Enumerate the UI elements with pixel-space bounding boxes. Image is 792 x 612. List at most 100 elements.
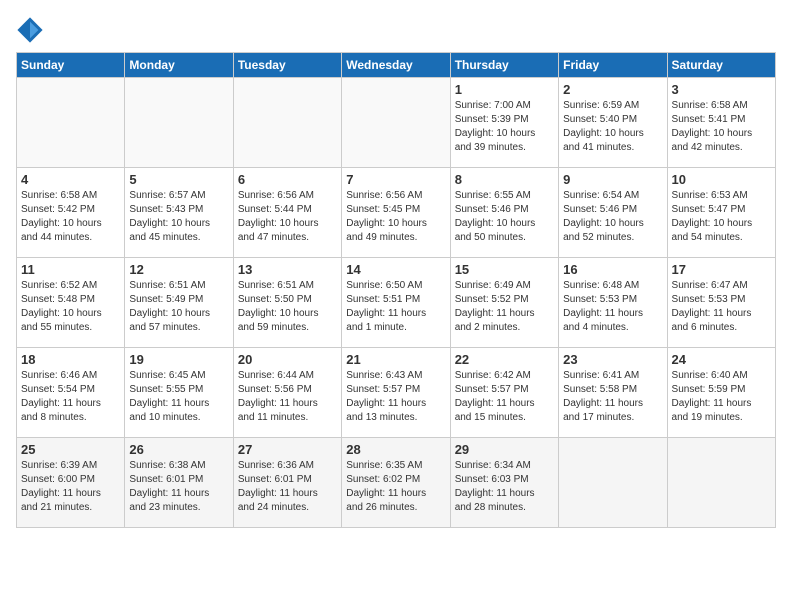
calendar-day-cell: 7 Sunrise: 6:56 AM Sunset: 5:45 PM Daylig… (342, 168, 450, 258)
calendar-day-cell: 13 Sunrise: 6:51 AM Sunset: 5:50 PM Dayli… (233, 258, 341, 348)
weekday-header-cell: Sunday (17, 53, 125, 78)
day-info: Sunrise: 6:58 AM Sunset: 5:42 PM Dayligh… (21, 189, 120, 245)
day-number: 20 (238, 352, 337, 367)
calendar-day-cell: 2 Sunrise: 6:59 AM Sunset: 5:40 PM Daylig… (559, 78, 667, 168)
calendar-day-cell: 10 Sunrise: 6:53 AM Sunset: 5:47 PM Dayli… (667, 168, 775, 258)
calendar-week-row: 11 Sunrise: 6:52 AM Sunset: 5:48 PM Dayli… (17, 258, 776, 348)
day-info: Sunrise: 6:56 AM Sunset: 5:44 PM Dayligh… (238, 189, 337, 245)
day-number: 25 (21, 442, 120, 457)
weekday-header-cell: Monday (125, 53, 233, 78)
day-number: 22 (455, 352, 554, 367)
day-info: Sunrise: 6:40 AM Sunset: 5:59 PM Dayligh… (672, 369, 771, 425)
calendar-week-row: 18 Sunrise: 6:46 AM Sunset: 5:54 PM Dayli… (17, 348, 776, 438)
day-number: 18 (21, 352, 120, 367)
weekday-header-cell: Saturday (667, 53, 775, 78)
day-number: 9 (563, 172, 662, 187)
day-info: Sunrise: 6:48 AM Sunset: 5:53 PM Dayligh… (563, 279, 662, 335)
calendar-day-cell (342, 78, 450, 168)
day-info: Sunrise: 6:38 AM Sunset: 6:01 PM Dayligh… (129, 459, 228, 515)
day-number: 11 (21, 262, 120, 277)
day-info: Sunrise: 6:51 AM Sunset: 5:49 PM Dayligh… (129, 279, 228, 335)
day-number: 24 (672, 352, 771, 367)
day-info: Sunrise: 6:56 AM Sunset: 5:45 PM Dayligh… (346, 189, 445, 245)
day-info: Sunrise: 6:52 AM Sunset: 5:48 PM Dayligh… (21, 279, 120, 335)
calendar-day-cell (125, 78, 233, 168)
day-info: Sunrise: 6:53 AM Sunset: 5:47 PM Dayligh… (672, 189, 771, 245)
day-info: Sunrise: 6:55 AM Sunset: 5:46 PM Dayligh… (455, 189, 554, 245)
day-number: 19 (129, 352, 228, 367)
day-number: 26 (129, 442, 228, 457)
weekday-header-cell: Thursday (450, 53, 558, 78)
day-info: Sunrise: 6:45 AM Sunset: 5:55 PM Dayligh… (129, 369, 228, 425)
weekday-header-row: SundayMondayTuesdayWednesdayThursdayFrid… (17, 53, 776, 78)
day-number: 7 (346, 172, 445, 187)
day-number: 12 (129, 262, 228, 277)
day-info: Sunrise: 6:44 AM Sunset: 5:56 PM Dayligh… (238, 369, 337, 425)
day-info: Sunrise: 6:35 AM Sunset: 6:02 PM Dayligh… (346, 459, 445, 515)
day-info: Sunrise: 6:34 AM Sunset: 6:03 PM Dayligh… (455, 459, 554, 515)
day-number: 23 (563, 352, 662, 367)
calendar-day-cell: 26 Sunrise: 6:38 AM Sunset: 6:01 PM Dayli… (125, 438, 233, 528)
day-info: Sunrise: 6:36 AM Sunset: 6:01 PM Dayligh… (238, 459, 337, 515)
logo (16, 16, 48, 44)
calendar-day-cell: 20 Sunrise: 6:44 AM Sunset: 5:56 PM Dayli… (233, 348, 341, 438)
calendar-day-cell: 18 Sunrise: 6:46 AM Sunset: 5:54 PM Dayli… (17, 348, 125, 438)
day-number: 14 (346, 262, 445, 277)
day-number: 1 (455, 82, 554, 97)
day-info: Sunrise: 6:57 AM Sunset: 5:43 PM Dayligh… (129, 189, 228, 245)
calendar-body: 1 Sunrise: 7:00 AM Sunset: 5:39 PM Daylig… (17, 78, 776, 528)
day-number: 28 (346, 442, 445, 457)
calendar-table: SundayMondayTuesdayWednesdayThursdayFrid… (16, 52, 776, 528)
day-info: Sunrise: 6:49 AM Sunset: 5:52 PM Dayligh… (455, 279, 554, 335)
calendar-day-cell: 8 Sunrise: 6:55 AM Sunset: 5:46 PM Daylig… (450, 168, 558, 258)
calendar-day-cell: 5 Sunrise: 6:57 AM Sunset: 5:43 PM Daylig… (125, 168, 233, 258)
calendar-day-cell: 25 Sunrise: 6:39 AM Sunset: 6:00 PM Dayli… (17, 438, 125, 528)
day-info: Sunrise: 6:43 AM Sunset: 5:57 PM Dayligh… (346, 369, 445, 425)
day-info: Sunrise: 6:42 AM Sunset: 5:57 PM Dayligh… (455, 369, 554, 425)
day-number: 5 (129, 172, 228, 187)
calendar-day-cell: 12 Sunrise: 6:51 AM Sunset: 5:49 PM Dayli… (125, 258, 233, 348)
weekday-header-cell: Tuesday (233, 53, 341, 78)
calendar-day-cell: 14 Sunrise: 6:50 AM Sunset: 5:51 PM Dayli… (342, 258, 450, 348)
calendar-day-cell (233, 78, 341, 168)
day-number: 29 (455, 442, 554, 457)
calendar-week-row: 1 Sunrise: 7:00 AM Sunset: 5:39 PM Daylig… (17, 78, 776, 168)
day-info: Sunrise: 6:39 AM Sunset: 6:00 PM Dayligh… (21, 459, 120, 515)
calendar-day-cell: 27 Sunrise: 6:36 AM Sunset: 6:01 PM Dayli… (233, 438, 341, 528)
day-info: Sunrise: 7:00 AM Sunset: 5:39 PM Dayligh… (455, 99, 554, 155)
weekday-header-cell: Friday (559, 53, 667, 78)
calendar-day-cell (559, 438, 667, 528)
calendar-day-cell: 11 Sunrise: 6:52 AM Sunset: 5:48 PM Dayli… (17, 258, 125, 348)
page-header (16, 16, 776, 44)
day-number: 21 (346, 352, 445, 367)
day-info: Sunrise: 6:54 AM Sunset: 5:46 PM Dayligh… (563, 189, 662, 245)
calendar-day-cell: 28 Sunrise: 6:35 AM Sunset: 6:02 PM Dayli… (342, 438, 450, 528)
day-number: 8 (455, 172, 554, 187)
day-info: Sunrise: 6:51 AM Sunset: 5:50 PM Dayligh… (238, 279, 337, 335)
logo-icon (16, 16, 44, 44)
weekday-header-cell: Wednesday (342, 53, 450, 78)
calendar-day-cell: 1 Sunrise: 7:00 AM Sunset: 5:39 PM Daylig… (450, 78, 558, 168)
day-info: Sunrise: 6:41 AM Sunset: 5:58 PM Dayligh… (563, 369, 662, 425)
calendar-day-cell: 21 Sunrise: 6:43 AM Sunset: 5:57 PM Dayli… (342, 348, 450, 438)
day-number: 10 (672, 172, 771, 187)
day-number: 2 (563, 82, 662, 97)
calendar-day-cell: 3Sunrise: 6:58 AM Sunset: 5:41 PM Daylig… (667, 78, 775, 168)
day-number: 17 (672, 262, 771, 277)
day-number: 16 (563, 262, 662, 277)
calendar-day-cell: 4Sunrise: 6:58 AM Sunset: 5:42 PM Daylig… (17, 168, 125, 258)
day-number: 27 (238, 442, 337, 457)
calendar-day-cell (17, 78, 125, 168)
calendar-day-cell: 6 Sunrise: 6:56 AM Sunset: 5:44 PM Daylig… (233, 168, 341, 258)
day-info: Sunrise: 6:50 AM Sunset: 5:51 PM Dayligh… (346, 279, 445, 335)
day-info: Sunrise: 6:46 AM Sunset: 5:54 PM Dayligh… (21, 369, 120, 425)
calendar-day-cell: 15Sunrise: 6:49 AM Sunset: 5:52 PM Dayli… (450, 258, 558, 348)
calendar-day-cell: 16 Sunrise: 6:48 AM Sunset: 5:53 PM Dayli… (559, 258, 667, 348)
calendar-week-row: 4Sunrise: 6:58 AM Sunset: 5:42 PM Daylig… (17, 168, 776, 258)
day-number: 13 (238, 262, 337, 277)
calendar-week-row: 25 Sunrise: 6:39 AM Sunset: 6:00 PM Dayli… (17, 438, 776, 528)
day-info: Sunrise: 6:59 AM Sunset: 5:40 PM Dayligh… (563, 99, 662, 155)
calendar-day-cell: 23 Sunrise: 6:41 AM Sunset: 5:58 PM Dayli… (559, 348, 667, 438)
day-info: Sunrise: 6:58 AM Sunset: 5:41 PM Dayligh… (672, 99, 771, 155)
day-number: 6 (238, 172, 337, 187)
